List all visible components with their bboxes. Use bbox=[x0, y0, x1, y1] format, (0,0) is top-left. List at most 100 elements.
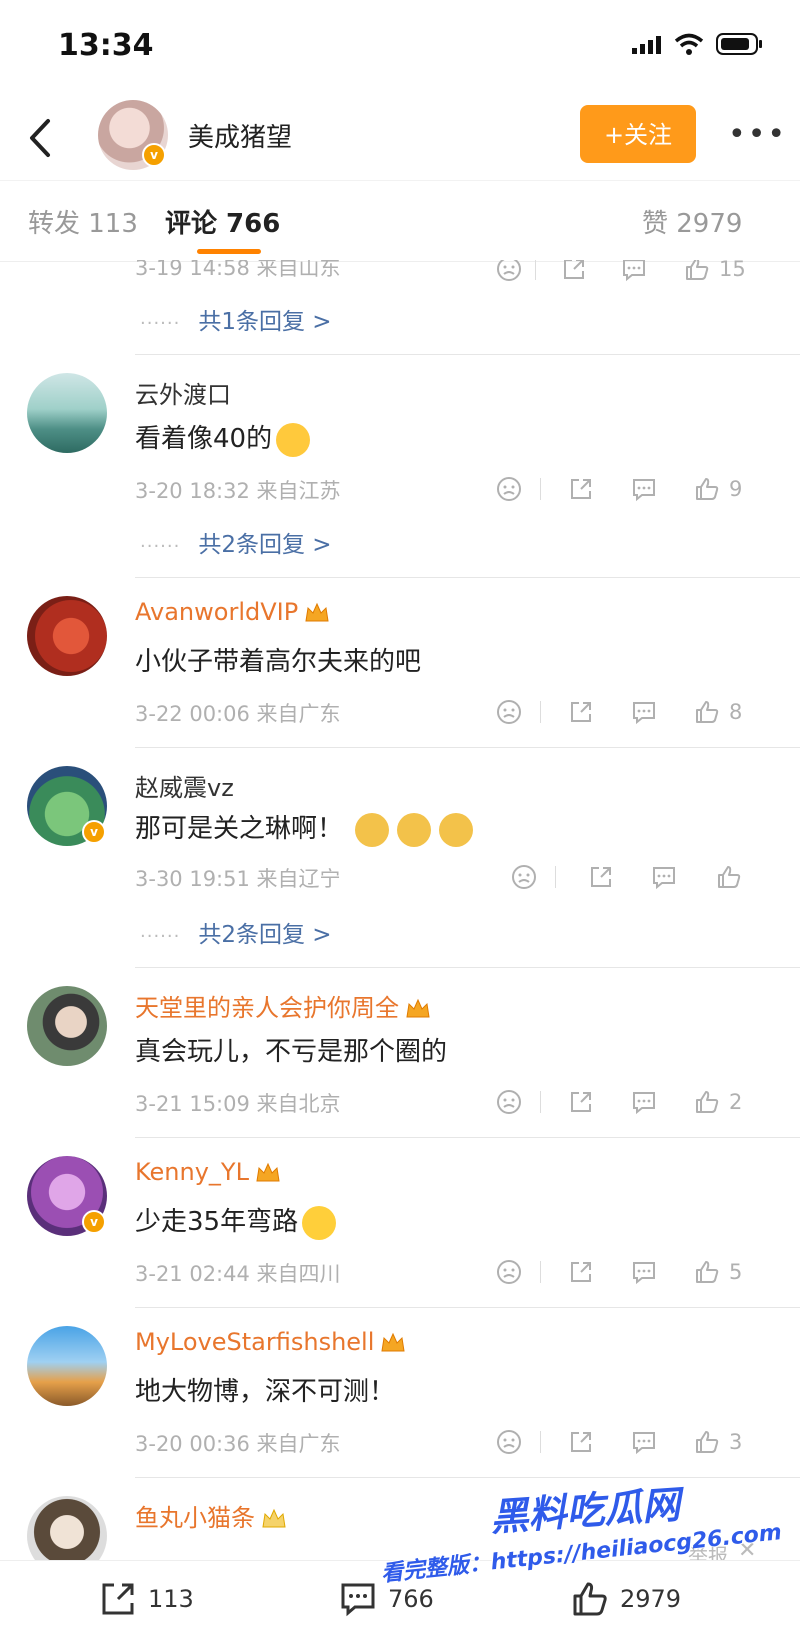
comment-actions: 3 bbox=[495, 1425, 775, 1459]
like-button[interactable]: 15 bbox=[683, 260, 746, 286]
comment-icon[interactable] bbox=[630, 472, 658, 506]
commenter-avatar[interactable] bbox=[27, 1496, 107, 1560]
tab-repost[interactable]: 转发 113 bbox=[28, 203, 138, 240]
commenter-name[interactable]: 鱼丸小猫条 bbox=[135, 1498, 287, 1533]
divider bbox=[135, 354, 800, 355]
share-icon[interactable] bbox=[567, 1255, 595, 1289]
comment-text: 真会玩儿，不亏是那个圈的 bbox=[135, 1037, 448, 1067]
comment-icon[interactable] bbox=[630, 1085, 658, 1119]
more-icon[interactable]: ••• bbox=[728, 117, 787, 152]
comment-meta: 3-21 15:09 来自北京 bbox=[135, 1092, 341, 1116]
comment-actions: 15 bbox=[495, 260, 775, 286]
like-button[interactable]: 2979 bbox=[570, 1579, 681, 1619]
share-icon[interactable] bbox=[587, 860, 615, 894]
dislike-face-icon[interactable] bbox=[495, 1425, 523, 1459]
battery-icon bbox=[716, 33, 762, 55]
commenter-name[interactable]: AvanworldVIP bbox=[135, 598, 330, 626]
share-icon bbox=[102, 1583, 134, 1615]
comment-text: 看着像40的 bbox=[135, 418, 311, 457]
author-name[interactable]: 美成猪望 bbox=[188, 117, 292, 154]
comment-meta: 3-20 00:36 来自广东 bbox=[135, 1432, 341, 1456]
commenter-avatar[interactable] bbox=[27, 596, 107, 676]
crown-badge-icon bbox=[305, 602, 329, 622]
repost-button[interactable]: 113 bbox=[98, 1579, 194, 1619]
comment-meta: 3-21 02:44 来自四川 bbox=[135, 1262, 341, 1286]
commenter-avatar[interactable] bbox=[27, 373, 107, 453]
like-count: 3 bbox=[729, 1430, 743, 1454]
dislike-face-icon[interactable] bbox=[510, 860, 538, 894]
status-bar: 13:34 bbox=[0, 0, 800, 95]
signal-icon bbox=[632, 36, 661, 54]
like-button[interactable]: 9 bbox=[693, 472, 742, 506]
commenter-name[interactable]: 天堂里的亲人会护你周全 bbox=[135, 988, 431, 1023]
share-icon[interactable] bbox=[567, 472, 595, 506]
commenter-avatar[interactable] bbox=[27, 1326, 107, 1406]
like-button[interactable]: 2 bbox=[693, 1085, 742, 1119]
share-icon[interactable] bbox=[560, 260, 588, 286]
dislike-face-icon[interactable] bbox=[495, 472, 523, 506]
divider bbox=[135, 967, 800, 968]
dislike-face-icon[interactable] bbox=[495, 1255, 523, 1289]
comment-actions bbox=[510, 860, 790, 894]
active-tab-indicator bbox=[197, 249, 261, 254]
follow-button[interactable]: +关注 bbox=[580, 105, 696, 163]
like-count: 2 bbox=[729, 1090, 743, 1114]
post-tabs: 转发 113 评论 766 赞 2979 bbox=[0, 180, 800, 262]
like-button[interactable]: 3 bbox=[693, 1425, 742, 1459]
tab-likes[interactable]: 赞 2979 bbox=[642, 203, 742, 240]
thumb-up-icon bbox=[686, 260, 709, 280]
like-count: 15 bbox=[719, 260, 746, 281]
commenter-name[interactable]: 赵威震vz bbox=[135, 768, 234, 803]
thumb-up-icon bbox=[696, 1431, 719, 1453]
comment-icon[interactable] bbox=[630, 1255, 658, 1289]
comment-actions: 5 bbox=[495, 1255, 775, 1289]
commenter-avatar[interactable] bbox=[27, 986, 107, 1066]
reply-link[interactable]: ······ 共1条回复 > bbox=[140, 302, 332, 336]
doge-emoji-icon bbox=[439, 812, 474, 847]
divider bbox=[135, 1307, 800, 1308]
comment-icon[interactable] bbox=[630, 1425, 658, 1459]
comment-icon[interactable] bbox=[650, 860, 678, 894]
comment-icon[interactable] bbox=[630, 695, 658, 729]
reply-link[interactable]: ······ 共2条回复 > bbox=[140, 915, 332, 949]
divider bbox=[135, 577, 800, 578]
comment-list[interactable]: 3-19 14:58 来自山东 15 ······ 共1条回复 > 云外渡口 看着… bbox=[0, 260, 800, 1560]
commenter-name[interactable]: MyLoveStarfishshell bbox=[135, 1328, 406, 1356]
crown-badge-icon bbox=[406, 998, 430, 1018]
tab-comments[interactable]: 评论 766 bbox=[165, 203, 280, 240]
comment-text: 地大物博，深不可测！ bbox=[135, 1377, 396, 1407]
thumb-up-icon bbox=[718, 866, 741, 888]
comment-icon[interactable] bbox=[620, 260, 648, 286]
bottom-action-bar: 113 766 2979 bbox=[0, 1560, 800, 1626]
divider bbox=[135, 747, 800, 748]
dislike-face-icon[interactable] bbox=[495, 260, 523, 286]
comment-actions: 2 bbox=[495, 1085, 775, 1119]
doge-emoji-icon bbox=[355, 812, 390, 847]
crown-badge-icon bbox=[381, 1332, 405, 1352]
like-button[interactable]: 5 bbox=[693, 1255, 742, 1289]
back-arrow-icon[interactable] bbox=[20, 113, 60, 163]
like-button[interactable]: 8 bbox=[693, 695, 742, 729]
divider bbox=[135, 1137, 800, 1138]
repost-count: 113 bbox=[148, 1585, 194, 1613]
like-count: 2979 bbox=[620, 1585, 682, 1613]
comment-button[interactable]: 766 bbox=[338, 1579, 434, 1619]
thumb-up-icon bbox=[696, 478, 719, 500]
share-icon[interactable] bbox=[567, 695, 595, 729]
share-icon[interactable] bbox=[567, 1425, 595, 1459]
crown-badge-icon bbox=[262, 1508, 286, 1528]
like-count: 9 bbox=[729, 477, 743, 501]
comment-icon bbox=[341, 1583, 375, 1617]
commenter-name[interactable]: 云外渡口 bbox=[135, 375, 231, 410]
wifi-icon bbox=[674, 33, 704, 55]
comment-text: 少走35年弯路 bbox=[135, 1201, 337, 1240]
like-button[interactable] bbox=[715, 860, 751, 894]
doge-emoji-icon bbox=[397, 812, 432, 847]
dislike-face-icon[interactable] bbox=[495, 1085, 523, 1119]
reply-link[interactable]: ······ 共2条回复 > bbox=[140, 525, 332, 559]
commenter-name[interactable]: Kenny_YL bbox=[135, 1158, 281, 1186]
comment-meta: 3-22 00:06 来自广东 bbox=[135, 702, 341, 726]
dislike-face-icon[interactable] bbox=[495, 695, 523, 729]
share-icon[interactable] bbox=[567, 1085, 595, 1119]
comment-text: 小伙子带着高尔夫来的吧 bbox=[135, 647, 422, 677]
